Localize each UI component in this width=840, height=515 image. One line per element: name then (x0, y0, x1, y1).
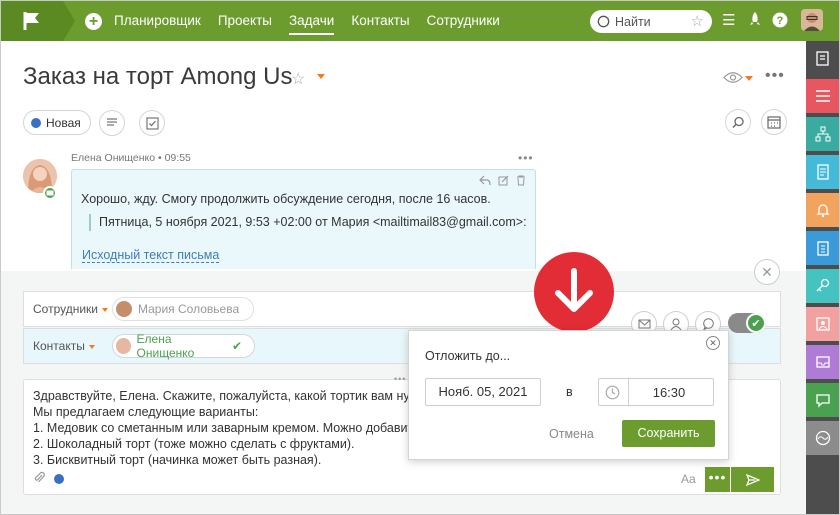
status-badge[interactable]: Новая (23, 110, 91, 135)
rocket-icon[interactable] (749, 11, 761, 31)
org-chart-icon[interactable] (806, 117, 839, 151)
list-icon[interactable] (806, 79, 839, 113)
eye-icon[interactable] (723, 71, 743, 89)
wave-icon[interactable] (806, 421, 839, 455)
menu-icon[interactable]: ☰ (722, 11, 735, 29)
contact-avatar (116, 338, 131, 354)
calendar-icon (767, 116, 781, 129)
cancel-button[interactable]: Отмена (549, 427, 594, 441)
envelope-icon (638, 319, 650, 329)
bell-icon[interactable] (806, 193, 839, 227)
inbox-icon[interactable] (806, 345, 839, 379)
nav-item-planner[interactable]: Планировщик (114, 1, 201, 41)
search-icon (597, 15, 610, 28)
editor-line: 3. Бисквитный торт (начинка может быть р… (33, 453, 322, 467)
search-box[interactable]: Найти ☆ (590, 10, 712, 33)
flag-logo-icon (23, 12, 39, 30)
check-icon: ✔ (231, 339, 242, 353)
favorites-star-icon[interactable]: ☆ (691, 12, 704, 30)
editor-line: Здравствуйте, Елена. Скажите, пожалуйста… (33, 389, 410, 403)
close-popup-icon[interactable]: ✕ (706, 336, 720, 350)
toggle-check-icon: ✔ (746, 313, 766, 333)
more-actions-icon[interactable]: ••• (765, 67, 785, 85)
editor-line: 2. Шоколадный торт (тоже можно сделать с… (33, 437, 355, 451)
contacts-label[interactable]: Контакты (33, 339, 95, 353)
original-text-link[interactable]: Исходный текст письма (82, 248, 220, 263)
email-badge-icon (43, 186, 57, 200)
editor-line: 1. Медовик со сметанным или заварным кре… (33, 421, 414, 435)
logo[interactable] (1, 1, 75, 41)
documents-icon[interactable] (806, 155, 839, 189)
help-icon[interactable]: ? (772, 12, 788, 32)
editor-line: Мы предлагаем следующие варианты: (33, 405, 259, 419)
top-navigation: + Планировщик Проекты Задачи Контакты Со… (1, 1, 839, 41)
status-dot-icon (31, 117, 41, 128)
clock-icon (605, 385, 620, 405)
quoted-header: Пятница, 5 ноября 2021, 9:53 +02:00 от М… (89, 214, 527, 231)
person-icon (670, 318, 682, 330)
nav-item-projects[interactable]: Проекты (218, 1, 272, 41)
at-label: в (566, 385, 573, 399)
message-tools (479, 175, 526, 189)
employee-chip[interactable]: Мария Соловьева (112, 297, 254, 321)
search-input[interactable]: Найти (615, 15, 651, 29)
meta-separator: • (158, 152, 165, 164)
svg-text:?: ? (777, 15, 784, 27)
delete-icon[interactable] (516, 175, 526, 189)
save-button[interactable]: Сохранить (622, 420, 715, 447)
checkbox-icon (145, 116, 159, 130)
employee-name: Мария Соловьева (138, 302, 240, 316)
employees-label[interactable]: Сотрудники (33, 302, 108, 316)
nav-item-employees[interactable]: Сотрудники (427, 1, 500, 41)
employee-avatar (116, 301, 132, 317)
task-title: Заказ на торт Among Us (23, 63, 293, 90)
watchers-caret-icon[interactable] (745, 76, 753, 81)
nav-item-tasks[interactable]: Задачи (289, 1, 335, 41)
popup-title: Отложить до... (425, 349, 511, 363)
send-button[interactable] (731, 467, 774, 492)
search-task-button[interactable] (725, 109, 751, 135)
nav-item-contacts[interactable]: Контакты (351, 1, 409, 41)
title-dropdown-caret-icon[interactable] (317, 74, 325, 79)
app-window: + Планировщик Проекты Задачи Контакты Со… (0, 0, 840, 515)
paper-plane-icon (745, 473, 760, 486)
message-author[interactable]: Елена Онищенко (71, 152, 155, 164)
contact-chip[interactable]: Елена Онищенко ✔ (112, 332, 255, 360)
user-avatar[interactable] (801, 9, 823, 31)
message-more-icon[interactable]: ••• (518, 151, 534, 165)
down-arrow-icon (534, 252, 614, 332)
paperclip-icon[interactable] (33, 470, 45, 487)
message-meta: Елена Онищенко • 09:55 (71, 152, 191, 164)
chat-icon[interactable] (806, 383, 839, 417)
calendar-button[interactable] (761, 109, 787, 135)
clipboard-icon[interactable] (806, 231, 839, 265)
magnifier-icon (732, 116, 744, 128)
description-button[interactable] (99, 110, 125, 136)
date-field[interactable]: Нояб. 05, 2021 (425, 378, 541, 406)
favorite-star-icon[interactable]: ☆ (291, 69, 305, 89)
more-options-button[interactable]: ••• (705, 467, 730, 492)
edit-icon[interactable] (806, 41, 839, 75)
contacts-caret-icon (88, 344, 95, 349)
close-composer-icon[interactable]: ✕ (754, 259, 780, 285)
edit-message-icon[interactable] (498, 175, 509, 189)
key-icon[interactable] (806, 269, 839, 303)
contact-card-icon[interactable] (806, 307, 839, 341)
status-label: Новая (46, 115, 81, 130)
speech-bubble-icon (702, 318, 714, 330)
message-time: 09:55 (164, 152, 191, 164)
status-color-dot-icon[interactable] (54, 474, 64, 484)
message-text: Хорошо, жду. Смогу продолжить обсуждение… (81, 192, 491, 206)
checklist-button[interactable] (139, 110, 165, 136)
font-format-toggle[interactable]: Aa (681, 472, 696, 486)
employees-caret-icon (102, 307, 108, 312)
add-button[interactable]: + (85, 12, 102, 30)
right-rail (806, 41, 839, 514)
contact-name: Елена Онищенко (136, 332, 195, 360)
text-lines-icon (107, 118, 117, 126)
resize-handle-icon[interactable]: ••• (394, 374, 406, 384)
reply-icon[interactable] (479, 175, 491, 189)
time-value[interactable]: 16:30 (629, 385, 709, 400)
